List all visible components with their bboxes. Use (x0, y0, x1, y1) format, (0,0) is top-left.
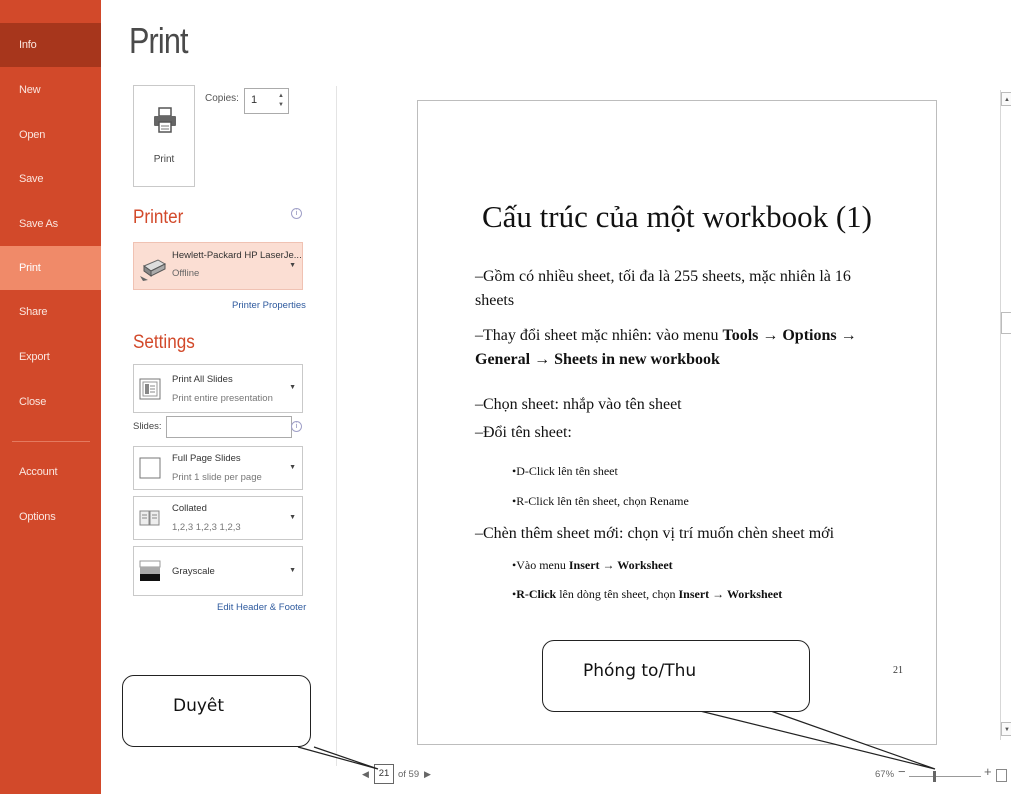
prev-page-icon[interactable]: ◀ (362, 769, 369, 780)
printer-device-icon (140, 259, 167, 281)
copies-value: 1 (251, 94, 258, 106)
sidebar-item-open[interactable]: Open (0, 113, 101, 157)
sidebar-item-save[interactable]: Save (0, 157, 101, 201)
scroll-thumb[interactable] (1001, 312, 1011, 334)
sidebar-item-print[interactable]: Print (0, 246, 101, 290)
zoom-slider-thumb[interactable] (933, 771, 936, 782)
copies-spinner[interactable]: ▲ ▼ (277, 92, 285, 110)
color-select[interactable]: Grayscale ▼ (133, 546, 303, 596)
printer-icon (154, 107, 176, 133)
zoom-to-page-icon[interactable] (996, 769, 1007, 782)
grayscale-icon (139, 560, 161, 581)
print-button-label: Print (153, 154, 175, 165)
slide-bullet-text: –Đổi tên sheet: (475, 424, 572, 441)
current-page-input[interactable]: 21 (374, 764, 394, 784)
layout-select[interactable]: Full Page Slides Print 1 slide per page … (133, 446, 303, 490)
slides-label: Slides: (133, 421, 162, 432)
next-page-icon[interactable]: ▶ (424, 769, 431, 780)
collation-sub: 1,2,3 1,2,3 1,2,3 (172, 522, 241, 533)
chevron-down-icon: ▼ (289, 567, 296, 574)
color-main: Grayscale (172, 566, 215, 577)
chevron-down-icon: ▼ (289, 262, 296, 269)
printer-heading: Printer (133, 207, 184, 228)
spin-up-icon[interactable]: ▲ (277, 92, 285, 101)
panel-divider (336, 86, 337, 766)
sidebar-item-account[interactable]: Account (0, 450, 101, 494)
callout-browse: Duyêt (122, 675, 311, 747)
zoom-percent[interactable]: 67% (875, 769, 894, 780)
slide-bullet-text: –Chèn thêm sheet mới: chọn vị trí muốn c… (475, 525, 835, 542)
callout-zoom-text: Phóng to/Thu (583, 661, 697, 681)
zoom-slider-track[interactable] (909, 776, 981, 777)
print-button[interactable]: Print (133, 85, 195, 187)
edit-header-footer-link[interactable]: Edit Header & Footer (217, 602, 306, 613)
slide-bullet-text: –Gồm có nhiều sheet, tối đa là 255 sheet… (475, 268, 851, 309)
sidebar-item-options[interactable]: Options (0, 495, 101, 539)
slide-bullet: •D-Click lên tên sheet (512, 459, 892, 483)
preview-scrollbar[interactable]: ▲ ▼ (1000, 90, 1011, 740)
printer-select[interactable]: Hewlett-Packard HP LaserJe... Offline ▼ (133, 242, 303, 290)
slide-page-number: 21 (893, 665, 903, 676)
printer-status: Offline (172, 268, 200, 279)
page-title: Print (129, 20, 189, 61)
sidebar-item-save-as[interactable]: Save As (0, 202, 101, 246)
full-page-icon (139, 457, 161, 479)
layout-sub: Print 1 slide per page (172, 472, 262, 483)
page-count: of 59 (398, 769, 420, 780)
copies-label: Copies: (205, 93, 239, 104)
slides-stack-icon (139, 378, 161, 400)
callout-zoom: Phóng to/Thu (542, 640, 810, 712)
slide-bullet-text: •D-Click lên tên sheet (512, 464, 618, 478)
zoom-in-button[interactable]: + (984, 764, 992, 779)
slide-bullet-text: •Vào menu (512, 558, 569, 572)
sidebar-item-close[interactable]: Close (0, 380, 101, 424)
slide-bullet: •R-Click lên dòng tên sheet, chọn Insert… (512, 582, 892, 606)
slides-info-icon[interactable]: i (291, 421, 302, 432)
slides-input[interactable] (166, 416, 292, 438)
scroll-down-icon[interactable]: ▼ (1001, 722, 1011, 736)
slide-bullet: –Đổi tên sheet: (475, 421, 865, 445)
slide-bullet: •Vào menu Insert → Worksheet (512, 553, 892, 577)
slide-bullet-text: –Thay đổi sheet mặc nhiên: vào menu (475, 327, 723, 344)
chevron-down-icon: ▼ (289, 514, 296, 521)
sidebar-item-info[interactable]: Info (0, 23, 101, 67)
copies-input[interactable]: 1 ▲ ▼ (244, 88, 289, 114)
print-backstage: Info New Open Save Save As Print Share E… (0, 0, 1011, 794)
slide-bullet: –Chọn sheet: nhắp vào tên sheet (475, 393, 865, 417)
zoom-out-button[interactable]: − (898, 764, 906, 779)
printer-name: Hewlett-Packard HP LaserJe... (172, 250, 302, 261)
slide-bullet-text: •R-Click lên tên sheet, chọn Rename (512, 494, 689, 508)
slide-title: Cấu trúc của một workbook (1) (482, 199, 872, 234)
slide-range-sub: Print entire presentation (172, 393, 273, 404)
slide-bullet: –Gồm có nhiều sheet, tối đa là 255 sheet… (475, 265, 865, 313)
sidebar-item-share[interactable]: Share (0, 290, 101, 334)
collated-icon (139, 510, 160, 526)
sidebar-item-export[interactable]: Export (0, 335, 101, 379)
slide-bullet-text: R-Click (516, 587, 557, 601)
chevron-down-icon: ▼ (289, 464, 296, 471)
collation-main: Collated (172, 503, 207, 514)
printer-info-icon[interactable]: i (291, 208, 302, 219)
layout-main: Full Page Slides (172, 453, 241, 464)
slide-range-select[interactable]: Print All Slides Print entire presentati… (133, 364, 303, 413)
sidebar-item-new[interactable]: New (0, 68, 101, 112)
slide-range-main: Print All Slides (172, 374, 233, 385)
backstage-sidebar: Info New Open Save Save As Print Share E… (0, 0, 101, 794)
spin-down-icon[interactable]: ▼ (277, 101, 285, 110)
slide-bullet-text: –Chọn sheet: nhắp vào tên sheet (475, 396, 682, 413)
slide-bullet: –Thay đổi sheet mặc nhiên: vào menu Tool… (475, 324, 865, 372)
callout-browse-text: Duyêt (173, 696, 225, 716)
slide-bullet: –Chèn thêm sheet mới: chọn vị trí muốn c… (475, 522, 865, 546)
chevron-down-icon: ▼ (289, 384, 296, 391)
slide-bullet-text: Insert → Worksheet (678, 587, 783, 601)
scroll-up-icon[interactable]: ▲ (1001, 92, 1011, 106)
settings-heading: Settings (133, 332, 195, 353)
slide-bullet: •R-Click lên tên sheet, chọn Rename (512, 489, 892, 513)
slide-bullet-text: Insert → Worksheet (568, 558, 673, 572)
printer-properties-link[interactable]: Printer Properties (232, 300, 306, 311)
collation-select[interactable]: Collated 1,2,3 1,2,3 1,2,3 ▼ (133, 496, 303, 540)
sidebar-divider (12, 441, 90, 442)
slide-bullet-text: lên dòng tên sheet, chọn (556, 587, 679, 601)
